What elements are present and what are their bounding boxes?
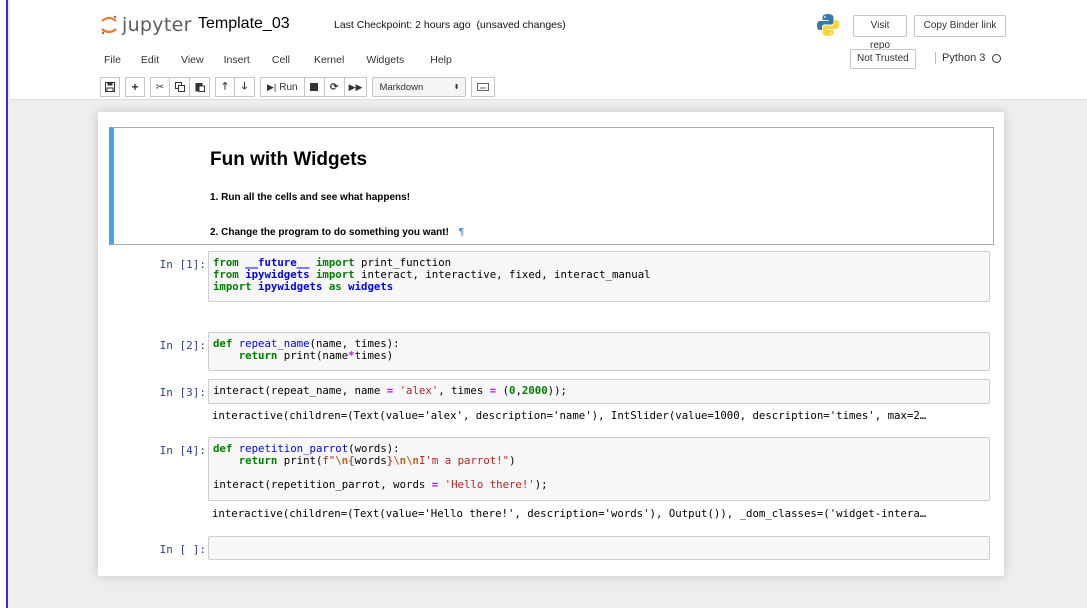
markdown-line-1: 1. Run all the cells and see what happen…: [210, 192, 411, 203]
fast-forward-icon: ▶▶: [348, 81, 363, 92]
menu-file[interactable]: File: [104, 54, 121, 66]
checkpoint-status: Last Checkpoint: 2 hours ago (unsaved ch…: [334, 19, 566, 31]
cell-prompt-1: In [1]:: [159, 258, 206, 271]
command-palette-button[interactable]: [471, 77, 496, 97]
cell-type-value: Markdown: [379, 81, 424, 93]
menu-help[interactable]: Help: [430, 54, 452, 66]
jupyter-logo-icon: [101, 15, 117, 35]
restart-button[interactable]: ⟳: [324, 77, 345, 97]
keyboard-icon: [477, 83, 490, 91]
save-icon: [105, 82, 115, 92]
markdown-line-2: 2. Change the program to do something yo…: [210, 227, 464, 238]
code-cell-1[interactable]: from __future__ import print_function fr…: [208, 251, 990, 302]
select-arrows-icon: ⬍: [453, 84, 460, 91]
menu-insert[interactable]: Insert: [224, 54, 250, 66]
menu-view[interactable]: View: [181, 54, 204, 66]
anchor-link[interactable]: ¶: [459, 227, 464, 238]
restart-run-all-button[interactable]: ▶▶: [344, 77, 368, 97]
notebook-container: Fun with Widgets 1. Run all the cells an…: [98, 112, 1004, 576]
checkpoint-text: Last Checkpoint: 2 hours ago: [334, 19, 471, 31]
cell-type-select[interactable]: Markdown ⬍: [372, 77, 467, 97]
python-logo-icon: [817, 14, 839, 36]
menu-bar: File Edit View Insert Cell Kernel Widget…: [104, 54, 452, 66]
interrupt-button[interactable]: [304, 77, 325, 97]
cell-output-3[interactable]: interactive(children=(Text(value='alex',…: [212, 410, 990, 422]
code-cell-2[interactable]: def repeat_name(name, times): return pri…: [208, 332, 990, 371]
run-button[interactable]: ▶| Run: [260, 77, 305, 97]
copy-binder-link-button[interactable]: Copy Binder link: [914, 15, 1006, 37]
run-icon: ▶|: [267, 81, 277, 92]
menu-kernel[interactable]: Kernel: [314, 54, 344, 66]
cell-prompt-4: In [4]:: [159, 444, 206, 457]
code-cell-4[interactable]: def repetition_parrot(words): return pri…: [208, 437, 990, 501]
notebook-header: jupyter Template_03 Last Checkpoint: 2 h…: [10, 0, 1087, 100]
cell-prompt-2: In [2]:: [159, 339, 206, 352]
cell-prompt-3: In [3]:: [159, 386, 206, 399]
menu-widgets[interactable]: Widgets: [366, 54, 404, 66]
kernel-idle-icon: [992, 53, 1002, 63]
arrow-down-icon: 🡓: [241, 80, 248, 92]
move-up-button[interactable]: 🡑: [215, 77, 235, 97]
menu-cell[interactable]: Cell: [272, 54, 290, 66]
save-button[interactable]: [100, 77, 120, 97]
notebook-title[interactable]: Template_03: [198, 15, 290, 33]
scissors-icon: ✂: [155, 81, 165, 93]
notebook-toolbar: + ✂ 🡑 🡓 ▶| Run ⟳ ▶▶ Markdown ⬍: [100, 77, 496, 97]
logo-text: jupyter: [122, 14, 192, 36]
cell-output-4[interactable]: interactive(children=(Text(value='Hello …: [212, 508, 990, 520]
paste-icon: [195, 83, 205, 92]
arrow-up-icon: 🡑: [222, 80, 228, 92]
move-down-button[interactable]: 🡓: [235, 77, 255, 97]
run-label: Run: [279, 81, 298, 93]
cut-button[interactable]: ✂: [150, 77, 170, 97]
insert-cell-button[interactable]: +: [125, 77, 145, 97]
kernel-name: Python 3: [942, 52, 986, 64]
code-cell-3[interactable]: interact(repeat_name, name = 'alex', tim…: [208, 379, 990, 404]
menu-edit[interactable]: Edit: [141, 54, 159, 66]
unsaved-text: (unsaved changes): [476, 19, 566, 31]
not-trusted-button[interactable]: Not Trusted: [850, 49, 916, 69]
kernel-indicator[interactable]: Python 3: [935, 52, 1002, 64]
visit-repo-button[interactable]: Visit repo: [853, 15, 907, 51]
markdown-cell[interactable]: Fun with Widgets 1. Run all the cells an…: [109, 127, 994, 245]
copy-button[interactable]: [170, 77, 190, 97]
stop-icon: [310, 83, 319, 91]
copy-icon: [174, 82, 185, 92]
jupyter-logo[interactable]: jupyter: [100, 12, 192, 38]
window-left-edge: [0, 0, 8, 608]
restart-icon: ⟳: [329, 81, 339, 93]
code-cell-empty[interactable]: [208, 536, 990, 560]
markdown-line-2-text: 2. Change the program to do something yo…: [210, 227, 449, 238]
markdown-heading: Fun with Widgets: [210, 149, 368, 170]
cell-prompt-5: In [ ]:: [159, 543, 206, 556]
paste-button[interactable]: [190, 77, 210, 97]
plus-icon: +: [131, 80, 139, 94]
